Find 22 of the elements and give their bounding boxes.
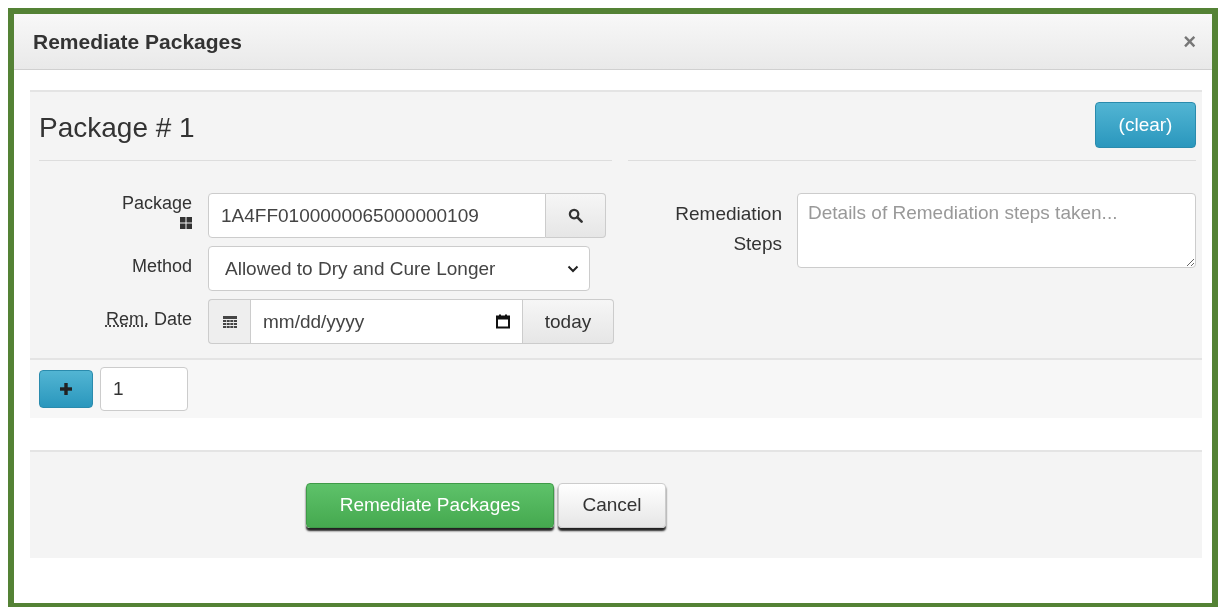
field-label: Package bbox=[121, 193, 192, 214]
calendar-icon bbox=[222, 315, 237, 328]
method-dropdown[interactable]: Allowed to Dry and Cure Longer bbox=[208, 246, 590, 291]
date-field[interactable]: mm/dd/yyyy bbox=[250, 299, 523, 344]
grid-icon bbox=[180, 217, 192, 229]
count-field[interactable]: 1 bbox=[100, 367, 188, 411]
plus-icon bbox=[60, 383, 72, 395]
field-label: Remediation Steps bbox=[674, 202, 783, 256]
cancel-button[interactable]: Cancel bbox=[558, 482, 666, 528]
search-icon bbox=[568, 208, 583, 223]
search-button[interactable] bbox=[546, 193, 606, 238]
field-label: Method bbox=[131, 256, 192, 277]
calendar-icon bbox=[496, 314, 510, 329]
today-button[interactable]: today bbox=[523, 299, 614, 344]
add-button[interactable] bbox=[39, 370, 93, 408]
chevron-icon bbox=[567, 264, 579, 273]
package-heading: Package # 1 bbox=[39, 112, 195, 144]
package-field[interactable]: 1A4FF0100000065000000109 bbox=[208, 193, 546, 238]
remediation-steps-field[interactable]: Details of Remediation steps taken... bbox=[797, 193, 1196, 268]
close-button[interactable]: × bbox=[1179, 28, 1200, 55]
window-title: Remediate Packages bbox=[33, 29, 242, 54]
field-label: Rem. Date bbox=[105, 309, 192, 330]
